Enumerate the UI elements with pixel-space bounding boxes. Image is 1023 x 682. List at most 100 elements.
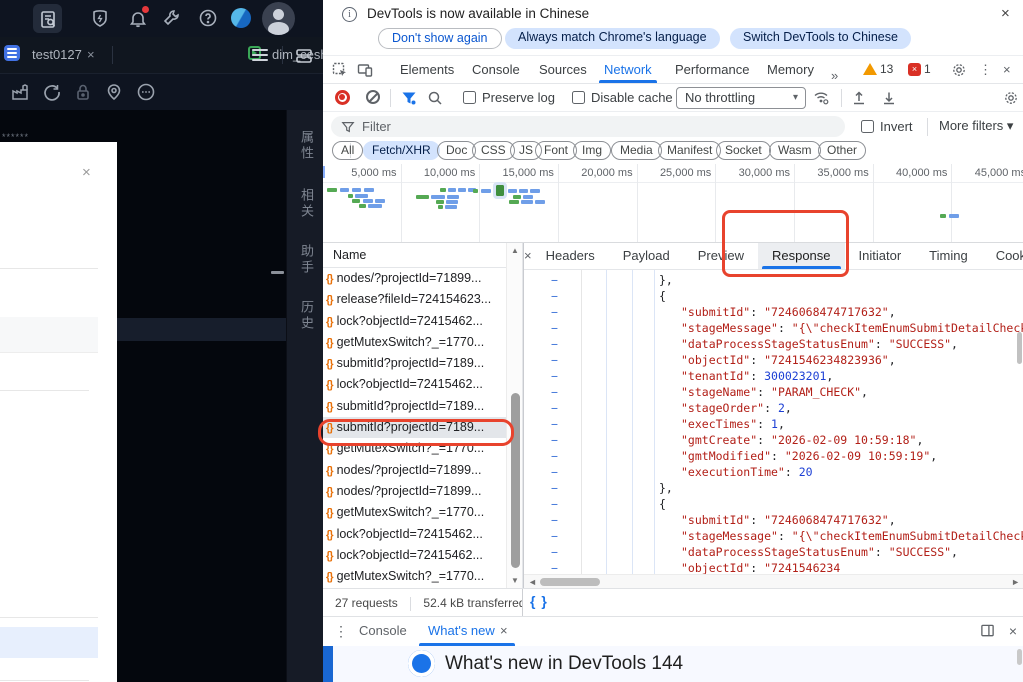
fold-toggle-icon[interactable]: − [551,497,558,511]
request-row[interactable]: {} submitId?projectId=7189... [323,396,506,417]
dock-panel-icon[interactable] [980,623,995,638]
drawer-menu-icon[interactable]: ⋮ [334,623,348,640]
type-filter-doc[interactable]: Doc [437,141,477,160]
scroll-up-icon[interactable]: ▲ [511,246,519,255]
fold-toggle-icon[interactable]: − [551,321,558,335]
fold-toggle-icon[interactable]: − [551,273,558,287]
request-row[interactable]: {} getMutexSwitch?_=1770... [323,566,506,587]
devtools-tab-console[interactable]: Console [472,56,520,83]
errors-counter[interactable]: × 1 [908,62,931,76]
app-tab-dim-ceshi[interactable]: dim_ceshi × [120,37,346,73]
request-row[interactable]: {} getMutexSwitch?_=1770... [323,502,506,523]
devtools-tab-sources[interactable]: Sources [539,56,587,83]
inspect-element-icon[interactable] [332,62,348,78]
side-panel-label[interactable]: 助手 [297,244,316,276]
response-hscrollbar[interactable]: ◄ ► [524,574,1023,588]
request-table-header[interactable]: Name [323,243,523,268]
match-language-button[interactable]: Always match Chrome's language [505,28,720,49]
scrollbar-thumb[interactable] [511,393,520,568]
hscrollbar-thumb[interactable] [540,578,600,586]
location-icon[interactable] [104,82,124,102]
fold-toggle-icon[interactable]: − [551,561,558,574]
request-row[interactable]: {} submitId?projectId=7189... [323,353,506,374]
request-row[interactable]: {} nodes/?projectId=71899... [323,268,506,289]
devtools-tab-memory[interactable]: Memory [767,56,814,83]
scroll-left-icon[interactable]: ◄ [528,577,537,587]
request-row[interactable]: {} lock?objectId=72415462... [323,524,506,545]
record-button[interactable] [335,90,350,105]
invert-checkbox[interactable] [861,120,874,133]
close-detail-icon[interactable]: × [524,243,532,269]
disable-cache-checkbox[interactable] [572,91,585,104]
close-tab-icon[interactable]: × [87,47,95,62]
more-filters-button[interactable]: More filters ▾ [939,118,1013,134]
banner-close-icon[interactable]: × [1001,5,1010,22]
wrench-icon[interactable] [162,8,182,28]
drawer-scrollbar-thumb[interactable] [1017,649,1022,665]
notifications-bell-icon[interactable] [128,6,149,28]
devtools-tab-performance[interactable]: Performance [675,56,749,83]
type-filter-img[interactable]: Img [573,141,612,160]
fold-toggle-icon[interactable]: − [551,433,558,447]
detail-tab-headers[interactable]: Headers [532,243,609,269]
close-drawer-icon[interactable]: × [1009,623,1017,639]
type-filter-css[interactable]: CSS [472,141,515,160]
side-panel-label[interactable]: 属性 [297,130,316,162]
request-row[interactable]: {} lock?objectId=72415462... [323,374,506,395]
network-overview-timeline[interactable]: 5,000 ms 10,000 ms 15,000 ms 20,000 ms 25,00… [323,164,1023,243]
drawer-tab-whats-new[interactable]: What's new [428,623,495,638]
request-row[interactable]: {} nodes/?projectId=71899... [323,460,506,481]
devtools-tab-elements[interactable]: Elements [400,56,454,83]
close-devtools-icon[interactable]: × [1003,56,1011,83]
fold-toggle-icon[interactable]: − [551,369,558,383]
warnings-counter[interactable]: 13 [863,62,893,76]
response-body-viewer[interactable]: −}, −{− "submitId": "7246068474717632", − "s… [524,270,1023,574]
preserve-log-checkbox[interactable] [463,91,476,104]
scroll-down-icon[interactable]: ▼ [511,576,519,585]
request-row[interactable]: {} getMutexSwitch?_=1770... [323,332,506,353]
fold-toggle-icon[interactable]: − [551,481,558,495]
fold-toggle-icon[interactable]: − [551,385,558,399]
help-icon[interactable] [198,8,218,28]
fold-toggle-icon[interactable]: − [551,545,558,559]
detail-tab-timing[interactable]: Timing [915,243,982,269]
throttling-select[interactable]: No throttling ▾ [676,87,806,109]
side-panel-label[interactable]: 历史 [297,300,316,332]
app-tab-test0127[interactable]: test0127 × [0,37,105,73]
workspace-icon[interactable] [10,82,30,102]
shield-flash-icon[interactable] [90,8,110,28]
fold-toggle-icon[interactable]: − [551,337,558,351]
side-panel-label[interactable]: 相关 [297,188,316,220]
device-toolbar-icon[interactable] [357,62,373,78]
user-avatar[interactable] [262,2,295,35]
filter-input[interactable]: Filter [331,116,845,137]
fold-toggle-icon[interactable]: − [551,513,558,527]
panel-row[interactable] [0,317,98,353]
type-filter-fetch-xhr[interactable]: Fetch/XHR [363,141,440,160]
request-row[interactable]: {} lock?objectId=72415462... [323,311,506,332]
filter-funnel-icon[interactable] [401,90,417,106]
request-row[interactable]: {} nodes/?projectId=71899... [323,481,506,502]
type-filter-all[interactable]: All [332,141,364,160]
fold-toggle-icon[interactable]: − [551,353,558,367]
fold-toggle-icon[interactable]: − [551,449,558,463]
devtools-tab-network[interactable]: Network [599,56,657,83]
export-har-icon[interactable] [851,90,867,106]
panel-selected-row[interactable] [0,627,98,658]
kebab-menu-icon[interactable]: ⋮ [979,56,992,83]
detail-tab-initiator[interactable]: Initiator [845,243,916,269]
type-filter-other[interactable]: Other [818,141,867,160]
type-filter-wasm[interactable]: Wasm [769,141,821,160]
fold-toggle-icon[interactable]: − [551,289,558,303]
refresh-icon[interactable] [42,82,62,102]
type-filter-socket[interactable]: Socket [716,141,771,160]
type-filter-font[interactable]: Font [535,141,578,160]
task-list-button[interactable] [33,4,62,33]
network-settings-gear-icon[interactable] [1003,90,1019,106]
fold-toggle-icon[interactable]: − [551,465,558,479]
settings-gear-icon[interactable] [951,62,967,78]
close-whats-new-icon[interactable]: × [500,623,508,638]
fold-toggle-icon[interactable]: − [551,305,558,319]
clear-button[interactable] [366,90,380,104]
stack-icon[interactable] [294,46,314,66]
